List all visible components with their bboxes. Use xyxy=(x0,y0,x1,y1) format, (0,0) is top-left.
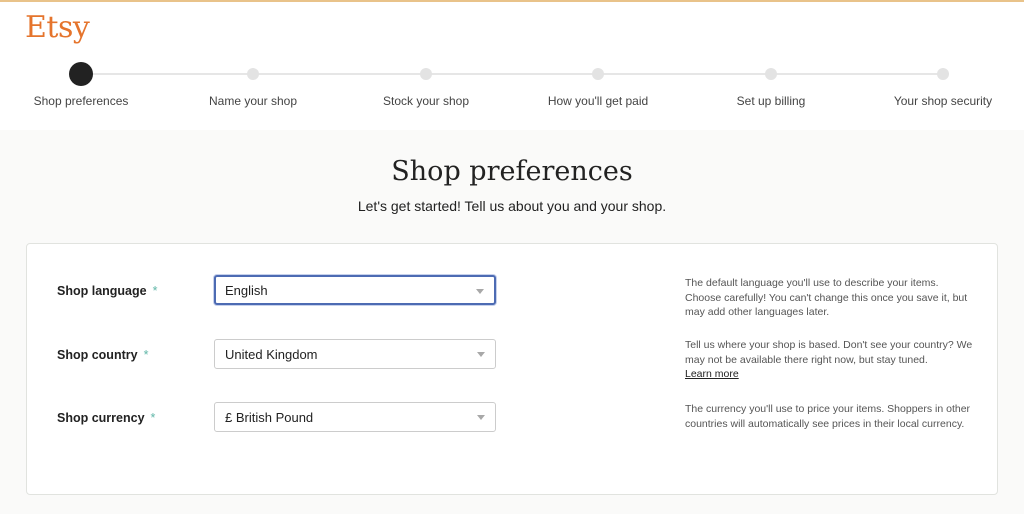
shop-currency-label-text: Shop currency xyxy=(57,411,145,425)
shop-preferences-card: Shop language * English The default langu… xyxy=(26,243,998,495)
step-indicator-shop-security xyxy=(937,68,949,80)
page-title: Shop preferences xyxy=(391,156,633,187)
step-indicator-name-your-shop xyxy=(247,68,259,80)
shop-language-help: The default language you'll use to descr… xyxy=(685,277,968,318)
required-marker: * xyxy=(150,411,156,425)
etsy-logo[interactable]: Etsy xyxy=(25,10,90,45)
step-label-shop-security: Your shop security xyxy=(893,94,993,108)
onboarding-header: Etsy Shop preferences Name your shop Sto… xyxy=(0,2,1024,130)
shop-country-help: Tell us where your shop is based. Don't … xyxy=(685,338,975,382)
shop-currency-value: £ British Pound xyxy=(225,410,314,425)
shop-country-value: United Kingdom xyxy=(225,347,318,362)
shop-language-select[interactable]: English xyxy=(214,275,496,305)
step-label-shop-preferences: Shop preferences xyxy=(33,94,129,108)
step-label-name-your-shop: Name your shop xyxy=(208,94,298,108)
chevron-down-icon xyxy=(476,289,484,294)
step-indicator-shop-preferences xyxy=(69,62,93,86)
page-subtitle: Let's get started! Tell us about you and… xyxy=(357,198,667,214)
shop-currency-select[interactable]: £ British Pound xyxy=(214,402,496,432)
required-marker: * xyxy=(143,348,149,362)
shop-currency-label: Shop currency * xyxy=(57,411,155,425)
shop-country-label-text: Shop country xyxy=(57,348,138,362)
learn-more-link[interactable]: Learn more xyxy=(685,368,739,380)
shop-country-help-text: Tell us where your shop is based. Don't … xyxy=(685,339,973,366)
field-row-shop-country: Shop country * United Kingdom Tell us whe… xyxy=(27,338,997,380)
shop-language-label: Shop language * xyxy=(57,284,157,298)
step-indicator-stock-your-shop xyxy=(420,68,432,80)
shop-language-label-text: Shop language xyxy=(57,284,147,298)
step-label-get-paid: How you'll get paid xyxy=(547,94,649,108)
chevron-down-icon xyxy=(477,352,485,357)
step-indicator-get-paid xyxy=(592,68,604,80)
shop-country-label: Shop country * xyxy=(57,348,148,362)
required-marker: * xyxy=(152,284,158,298)
step-indicator-billing xyxy=(765,68,777,80)
field-row-shop-currency: Shop currency * £ British Pound The curre… xyxy=(27,401,997,441)
step-label-stock-your-shop: Stock your shop xyxy=(382,94,470,108)
progress-track xyxy=(81,73,943,75)
shop-country-select[interactable]: United Kingdom xyxy=(214,339,496,369)
chevron-down-icon xyxy=(477,415,485,420)
step-label-billing: Set up billing xyxy=(736,94,806,108)
shop-currency-help: The currency you'll use to price your it… xyxy=(685,403,971,430)
field-row-shop-language: Shop language * English The default langu… xyxy=(27,274,997,318)
shop-language-value: English xyxy=(225,283,268,298)
